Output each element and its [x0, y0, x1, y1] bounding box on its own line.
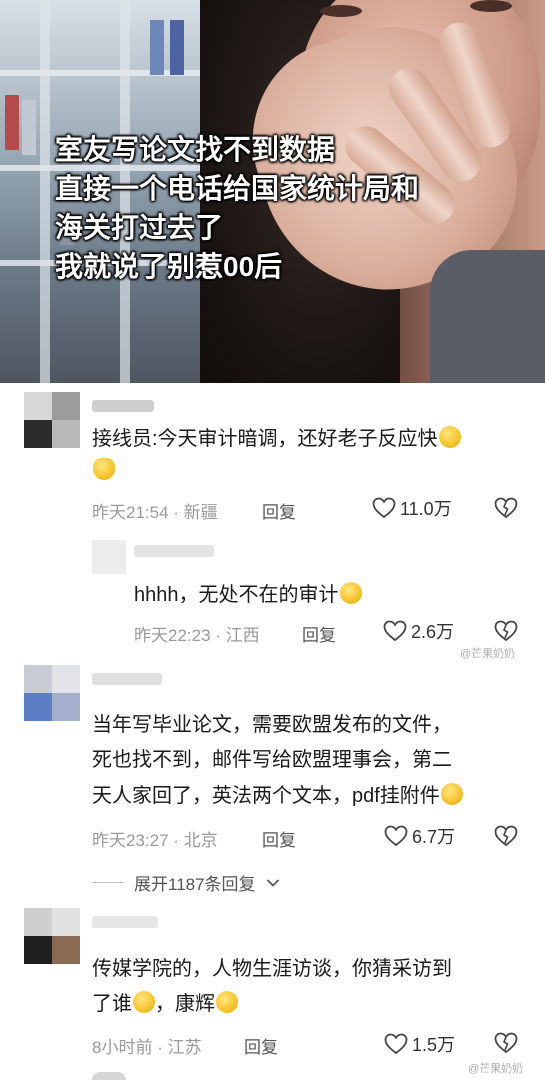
reply-button[interactable]: 回复	[244, 1033, 278, 1058]
comment-text: 接线员:今天审计暗调，还好老子反应快	[92, 422, 461, 456]
caption-line: 室友写论文找不到数据	[55, 134, 336, 165]
comment-text: hhhh，无处不在的审计	[134, 578, 362, 612]
flushed-emoji	[216, 991, 238, 1013]
caption-line: 我就说了别惹00后	[55, 251, 283, 282]
chevron-down-icon	[266, 878, 279, 887]
laugh-cry-emoji	[339, 582, 362, 604]
comment-text-cont	[92, 454, 115, 488]
like-count: 1.5万	[412, 1035, 456, 1055]
ok-hand-emoji	[93, 458, 115, 480]
heart-icon	[384, 825, 408, 847]
comment-meta: 昨天22:23 · 江西	[134, 626, 260, 645]
comment-line: 死也找不到，邮件写给欧盟理事会，第二	[92, 749, 452, 771]
caption-line: 直接一个电话给国家统计局和	[55, 173, 420, 204]
laugh-cry-emoji	[440, 783, 463, 805]
video-frame[interactable]: 室友写论文找不到数据 直接一个电话给国家统计局和 海关打过去了 我就说了别惹00…	[0, 0, 545, 383]
comment-meta: 8小时前 · 江苏	[92, 1038, 202, 1057]
avatar[interactable]	[92, 540, 126, 574]
username-blurred[interactable]	[92, 400, 154, 412]
comment-line: ，康辉	[155, 993, 215, 1015]
comment-meta: 昨天23:27 · 北京	[92, 831, 218, 850]
expand-replies-label: 展开1187条回复	[134, 875, 256, 894]
comment-line: 接线员:今天审计暗调，还好老子反应快	[92, 428, 438, 450]
avatar[interactable]	[24, 908, 80, 964]
comment-line: 当年写毕业论文，需要欧盟发布的文件，	[92, 714, 452, 736]
like-button[interactable]: 11.0万	[372, 495, 452, 521]
comment-text: 天人家回了，英法两个文本，pdf挂附件	[92, 779, 463, 813]
reply-button[interactable]: 回复	[262, 498, 296, 523]
comment-line: 了谁	[92, 993, 132, 1015]
caption-line: 海关打过去了	[55, 212, 224, 243]
reply-button[interactable]: 回复	[262, 826, 296, 851]
watermark: @芒果奶奶	[460, 648, 516, 660]
broken-heart-icon[interactable]	[494, 825, 518, 847]
laugh-cry-emoji	[438, 426, 461, 448]
like-count: 6.7万	[412, 827, 456, 847]
expand-replies-button[interactable]: 展开1187条回复	[92, 870, 280, 895]
comment-line: hhhh，无处不在的审计	[134, 584, 339, 606]
username-blurred[interactable]	[92, 916, 158, 928]
broken-heart-icon[interactable]	[494, 497, 518, 519]
heart-icon	[372, 497, 396, 519]
username-blurred[interactable]	[92, 673, 162, 685]
video-caption: 室友写论文找不到数据 直接一个电话给国家统计局和 海关打过去了 我就说了别惹00…	[55, 130, 419, 286]
avatar[interactable]	[24, 392, 80, 448]
comment-line: 天人家回了，英法两个文本，pdf挂附件	[92, 785, 440, 807]
grinning-sweat-emoji	[133, 991, 155, 1013]
heart-icon	[384, 1033, 408, 1055]
like-count: 2.6万	[411, 622, 455, 642]
broken-heart-icon[interactable]	[494, 620, 518, 642]
heart-icon	[383, 620, 407, 642]
watermark: @芒果奶奶	[468, 1063, 524, 1075]
sleeve	[430, 250, 545, 383]
reply-button[interactable]: 回复	[302, 621, 336, 646]
avatar[interactable]	[24, 665, 80, 721]
like-button[interactable]: 1.5万	[384, 1031, 455, 1057]
avatar[interactable]	[92, 1072, 126, 1080]
broken-heart-icon[interactable]	[494, 1032, 518, 1054]
comment-text: 了谁 ，康辉	[92, 987, 238, 1021]
username-blurred[interactable]	[134, 545, 214, 557]
like-button[interactable]: 2.6万	[383, 618, 454, 644]
like-count: 11.0万	[400, 499, 452, 519]
comment-line: 传媒学院的，人物生涯访谈，你猜采访到	[92, 958, 452, 980]
like-button[interactable]: 6.7万	[384, 823, 455, 849]
comment-meta: 昨天21:54 · 新疆	[92, 503, 218, 522]
divider	[92, 882, 124, 883]
